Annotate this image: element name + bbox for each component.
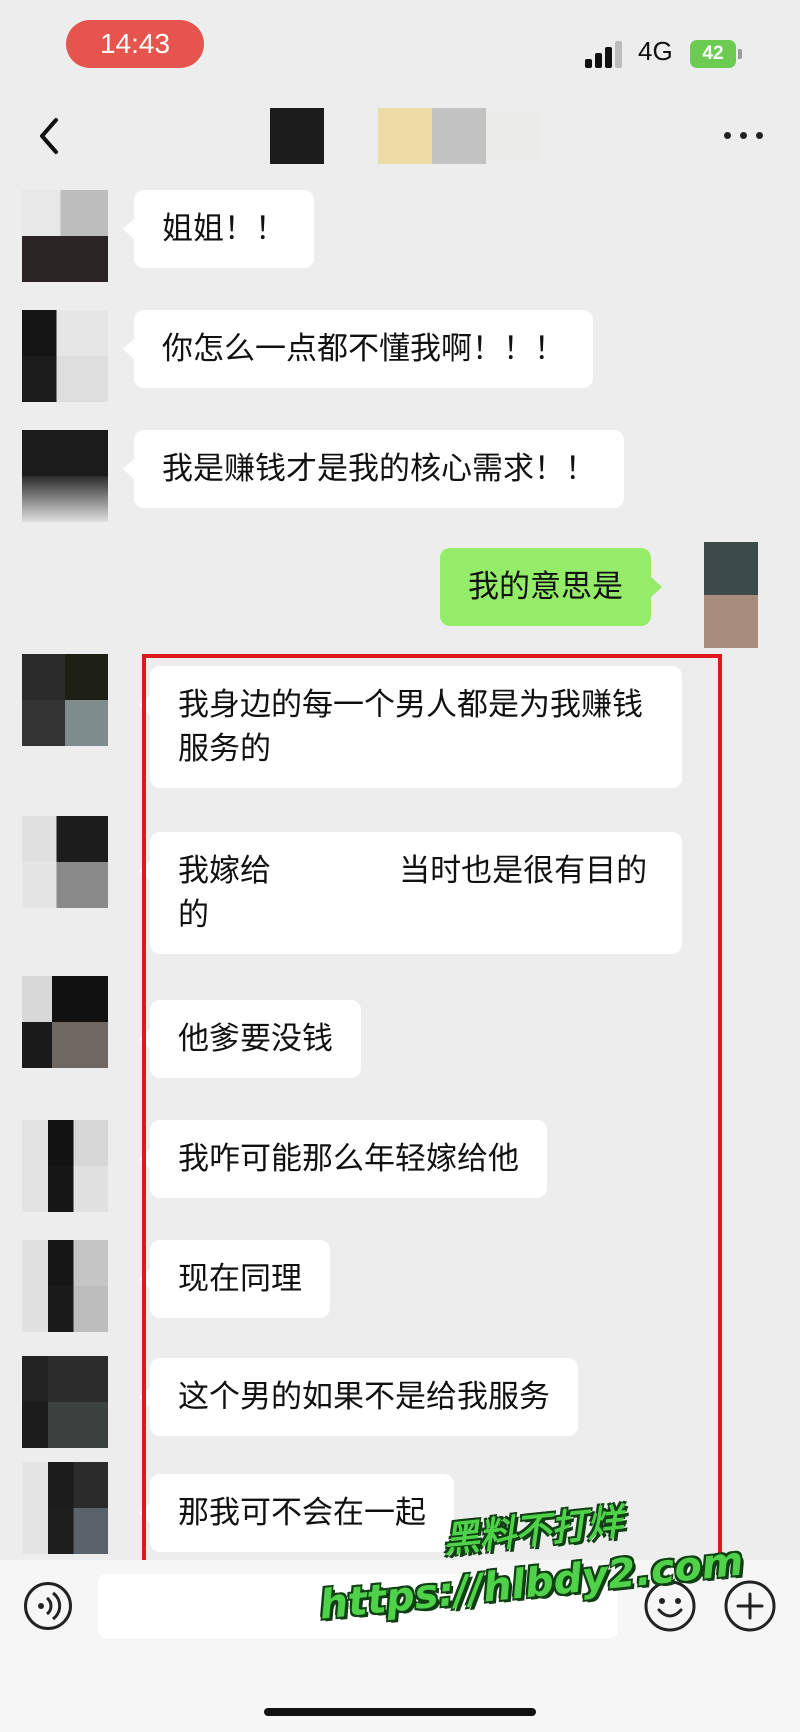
avatar[interactable]	[22, 1462, 108, 1554]
avatar[interactable]	[22, 310, 108, 402]
avatar[interactable]	[22, 654, 108, 746]
avatar[interactable]	[22, 1120, 108, 1212]
plus-icon[interactable]	[722, 1578, 778, 1634]
voice-icon[interactable]	[24, 1582, 72, 1630]
my-message-bubble[interactable]: 我的意思是	[440, 548, 662, 626]
home-indicator	[264, 1708, 536, 1716]
avatar[interactable]	[22, 1240, 108, 1332]
avatar[interactable]	[22, 430, 108, 522]
avatar[interactable]	[22, 816, 108, 908]
avatar[interactable]	[22, 976, 108, 1068]
avatar[interactable]	[22, 1356, 108, 1448]
message-bubble[interactable]: 我是赚钱才是我的核心需求！！	[123, 430, 624, 508]
message-bubble[interactable]: 姐姐！！	[123, 190, 314, 268]
highlight-box	[142, 654, 722, 1564]
my-avatar[interactable]	[704, 542, 758, 648]
chat-history: 姐姐！！ 你怎么一点都不懂我啊！！！ 我是赚钱才是我的核心需求！！ 我的意思是 …	[0, 0, 800, 1732]
message-bubble[interactable]: 你怎么一点都不懂我啊！！！	[123, 310, 593, 388]
avatar[interactable]	[22, 190, 108, 282]
